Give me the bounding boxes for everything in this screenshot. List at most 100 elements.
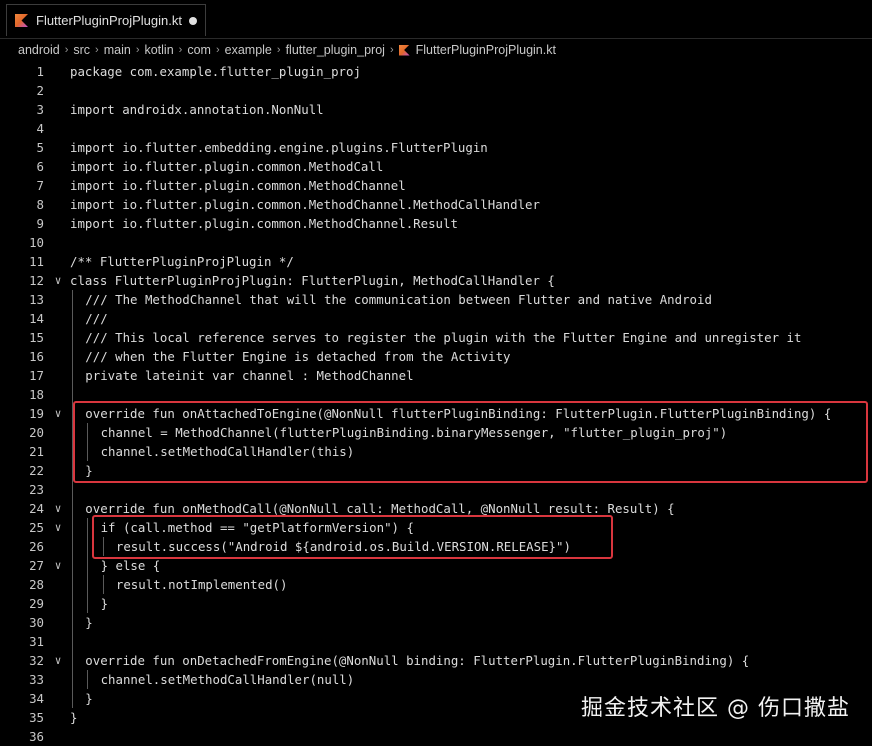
indent-guide [72,518,73,537]
code-text: } [70,710,78,725]
code-line[interactable]: 5 import io.flutter.embedding.engine.plug… [0,138,872,157]
code-line[interactable]: 6 import io.flutter.plugin.common.MethodC… [0,157,872,176]
code-line[interactable]: 10 [0,233,872,252]
breadcrumb-item[interactable]: com [187,43,211,57]
tab-active-file[interactable]: FlutterPluginProjPlugin.kt [6,4,206,36]
code-line[interactable]: 29} [0,594,872,613]
breadcrumb-item[interactable]: flutter_plugin_proj [286,43,385,57]
code-line[interactable]: 15 /// This local reference serves to reg… [0,328,872,347]
code-line[interactable]: 23 [0,480,872,499]
breadcrumb-item[interactable]: main [104,43,131,57]
code-text: import io.flutter.plugin.common.MethodCh… [70,197,540,212]
indent-guide [72,689,73,708]
line-number: 35 [29,710,44,725]
breadcrumb-separator-icon: › [276,44,281,56]
fold-chevron-icon[interactable]: ∨ [52,556,64,575]
indent-guide [72,290,73,309]
breadcrumb-item[interactable]: src [73,43,90,57]
breadcrumb-separator-icon: › [178,44,183,56]
code-text: /// The MethodChannel that will the comm… [85,292,712,307]
code-line[interactable]: 18 [0,385,872,404]
code-line[interactable]: 13 /// The MethodChannel that will the co… [0,290,872,309]
code-text: } [85,615,93,630]
fold-chevron-icon[interactable]: ∨ [52,499,64,518]
breadcrumb-separator-icon: › [389,44,394,56]
code-line[interactable]: 27 ∨} else { [0,556,872,575]
kotlin-file-icon [398,44,410,56]
line-number: 25 [29,520,44,535]
code-line[interactable]: 19 ∨ override fun onAttachedToEngine(@NonN… [0,404,872,423]
indent-guide [72,594,73,613]
code-line[interactable]: 14 /// [0,309,872,328]
breadcrumb-item[interactable]: FlutterPluginProjPlugin.kt [416,43,556,57]
indent-guide [72,632,73,651]
indent-guide [87,423,89,442]
indent-guide [87,575,89,594]
line-number: 2 [36,83,44,98]
line-number: 19 [29,406,44,421]
code-line[interactable]: 33 channel.setMethodCallHandler(null) [0,670,872,689]
code-line[interactable]: 2 [0,81,872,100]
code-line[interactable]: 12 ∨ class FlutterPluginProjPlugin: Flutte… [0,271,872,290]
code-line[interactable]: 16 /// when the Flutter Engine is detache… [0,347,872,366]
fold-chevron-icon[interactable]: ∨ [52,404,64,423]
breadcrumb-separator-icon: › [215,44,220,56]
code-text: private lateinit var channel : MethodCha… [85,368,414,383]
code-editor[interactable]: 1 package com.example.flutter_plugin_proj… [0,61,872,744]
code-text: override fun onAttachedToEngine(@NonNull… [85,406,832,421]
code-line[interactable]: 31 [0,632,872,651]
code-line[interactable]: 20 channel = MethodChannel(flutterPluginB… [0,423,872,442]
line-number: 28 [29,577,44,592]
code-text: import io.flutter.embedding.engine.plugi… [70,140,488,155]
code-line[interactable]: 26 result.success("Android ${android.os.B… [0,537,872,556]
code-text: import io.flutter.plugin.common.MethodCa… [70,159,384,174]
code-text: import androidx.annotation.NonNull [70,102,324,117]
indent-guide [102,537,104,556]
code-line[interactable]: 25 ∨ if (call.method == "getPlatformVersio… [0,518,872,537]
indent-guide [72,556,73,575]
code-line[interactable]: 30} [0,613,872,632]
breadcrumb-item[interactable]: example [225,43,272,57]
code-line[interactable]: 28 result.notImplemented() [0,575,872,594]
indent-guide [72,537,73,556]
line-number: 27 [29,558,44,573]
code-text: import io.flutter.plugin.common.MethodCh… [70,178,406,193]
code-line[interactable]: 8 import io.flutter.plugin.common.MethodC… [0,195,872,214]
indent-guide [72,309,73,328]
code-line[interactable]: 17 private lateinit var channel : MethodC… [0,366,872,385]
breadcrumb-item[interactable]: kotlin [144,43,173,57]
line-number: 36 [29,729,44,744]
fold-chevron-icon[interactable]: ∨ [52,518,64,537]
code-text: /// [85,311,108,326]
indent-guide [72,575,73,594]
indent-guide [72,404,73,423]
breadcrumb-item[interactable]: android [18,43,60,57]
code-line[interactable]: 11 /** FlutterPluginProjPlugin */ [0,252,872,271]
indent-guide [72,442,73,461]
fold-chevron-icon[interactable]: ∨ [52,651,64,670]
code-line[interactable]: 1 package com.example.flutter_plugin_proj [0,62,872,81]
indent-guide [72,328,73,347]
line-number: 12 [29,273,44,288]
line-number: 33 [29,672,44,687]
line-number: 18 [29,387,44,402]
unsaved-dot-icon[interactable] [189,16,197,25]
code-line[interactable]: 4 [0,119,872,138]
code-line[interactable]: 3 import androidx.annotation.NonNull [0,100,872,119]
code-line[interactable]: 9 import io.flutter.plugin.common.MethodC… [0,214,872,233]
indent-guide [87,537,89,556]
fold-chevron-icon[interactable]: ∨ [52,271,64,290]
line-number: 7 [36,178,44,193]
indent-guide [72,613,73,632]
kotlin-file-icon [15,14,28,27]
code-line[interactable]: 21 channel.setMethodCallHandler(this) [0,442,872,461]
line-number: 23 [29,482,44,497]
line-number: 22 [29,463,44,478]
code-text: override fun onDetachedFromEngine(@NonNu… [85,653,750,668]
code-line[interactable]: 7 import io.flutter.plugin.common.MethodC… [0,176,872,195]
code-line[interactable]: 32 ∨ override fun onDetachedFromEngine(@No… [0,651,872,670]
code-line[interactable]: 24 ∨ override fun onMethodCall(@NonNull ca… [0,499,872,518]
code-line[interactable]: 36 [0,727,872,746]
code-text: override fun onMethodCall(@NonNull call:… [85,501,675,516]
code-line[interactable]: 22} [0,461,872,480]
